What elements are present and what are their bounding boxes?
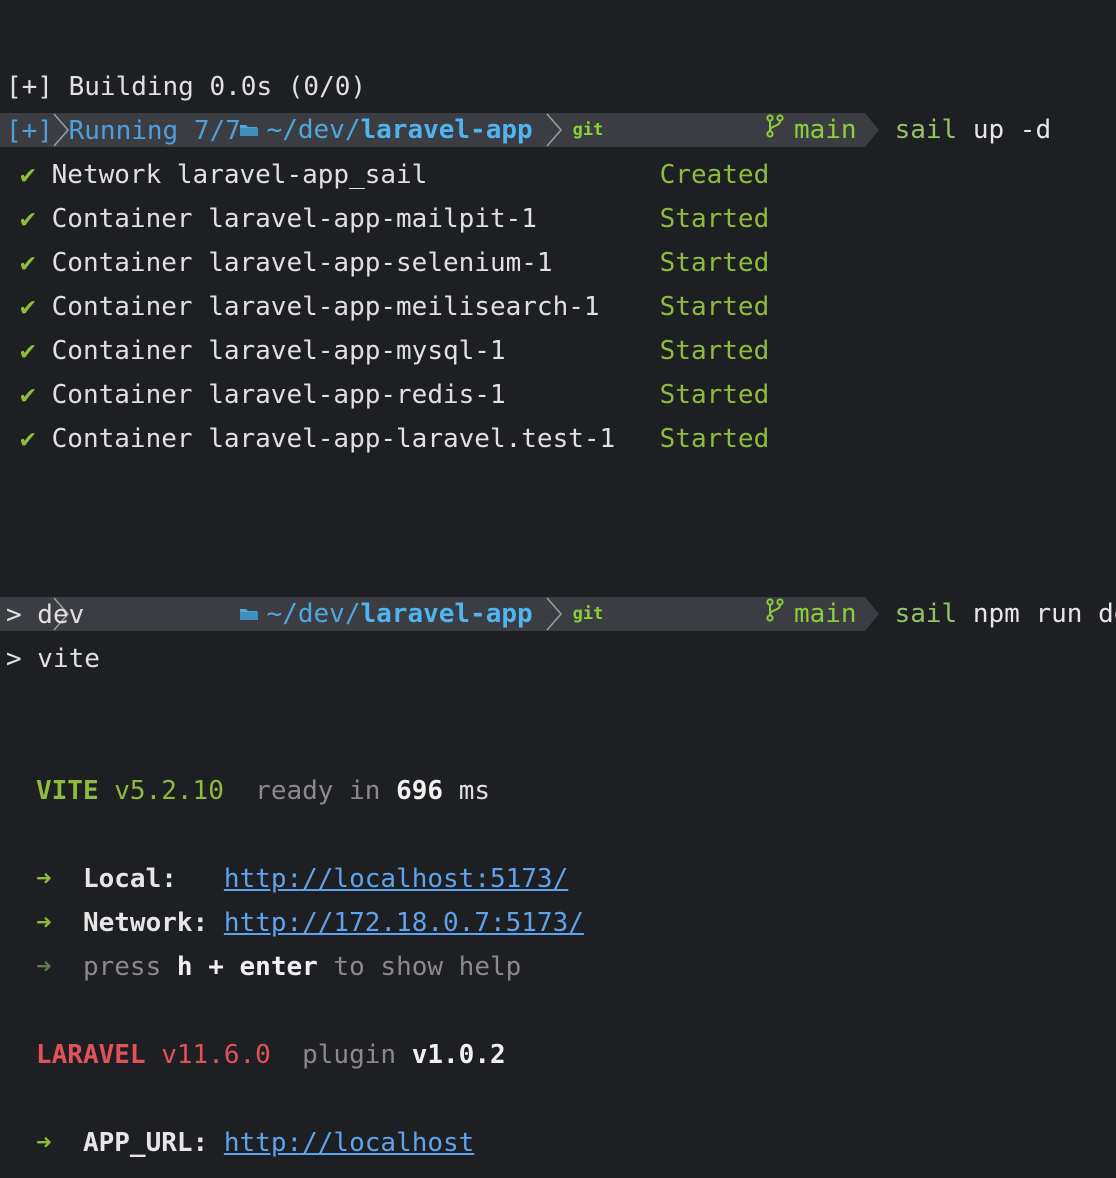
- git-icon: git: [572, 604, 604, 624]
- app-url-line: ➜ APP_URL: http://localhost: [36, 1121, 474, 1165]
- prompt-line: ~/dev/laravel-app git main sail up -d: [0, 20, 1051, 147]
- laravel-version: v11.6.0: [161, 1040, 271, 1070]
- git-segment: git main: [568, 597, 865, 631]
- help-press: press: [82, 952, 162, 982]
- compose-status: Started: [659, 336, 770, 366]
- path-current-dir: laravel-app: [360, 599, 533, 629]
- compose-resource: Container laravel-app-laravel.test-1: [51, 424, 616, 454]
- git-branch: main: [793, 115, 857, 145]
- compose-resource: Network laravel-app_sail: [51, 160, 428, 190]
- help-rest: to show help: [333, 952, 522, 982]
- laravel-banner: LARAVEL v11.6.0 plugin v1.0.2: [36, 1033, 506, 1077]
- path-middle: /dev/: [282, 599, 361, 629]
- compose-status: Started: [659, 292, 770, 322]
- compose-item-row: ✔ Container laravel-app-redis-1 Started: [20, 373, 769, 417]
- vite-ready-ms: 696: [396, 776, 444, 806]
- check-icon: ✔: [20, 424, 36, 454]
- running-line: [+] Running 7/7: [6, 116, 241, 146]
- folder-icon: [82, 563, 259, 665]
- compose-status: Started: [659, 204, 770, 234]
- compose-item-row: ✔ Container laravel-app-mysql-1 Started: [20, 329, 769, 373]
- local-label: Local:: [82, 864, 177, 894]
- path-current-dir: laravel-app: [360, 115, 533, 145]
- vite-banner: VITE v5.2.10 ready in 696 ms: [36, 769, 490, 813]
- arrow-icon: ➜: [36, 952, 52, 982]
- vite-local-line: ➜ Local: http://localhost:5173/: [36, 857, 568, 901]
- arrow-icon: ➜: [36, 864, 52, 894]
- compose-resource: Container laravel-app-mysql-1: [51, 336, 506, 366]
- path-segment: ~/dev/laravel-app: [76, 597, 543, 631]
- check-icon: ✔: [20, 292, 36, 322]
- git-segment: git main: [568, 113, 865, 147]
- command-args: npm run dev: [972, 599, 1116, 629]
- app-url-link[interactable]: http://localhost: [224, 1128, 474, 1158]
- check-icon: ✔: [20, 380, 36, 410]
- path-home: ~: [266, 115, 283, 145]
- help-key: h + enter: [176, 952, 318, 982]
- compose-item-row: ✔ Container laravel-app-selenium-1 Started: [20, 241, 769, 285]
- check-icon: ✔: [20, 336, 36, 366]
- vite-network-line: ➜ Network: http://172.18.0.7:5173/: [36, 901, 584, 945]
- prompt-separator: [542, 113, 569, 147]
- compose-resource: Container laravel-app-redis-1: [51, 380, 506, 410]
- prompt-separator: [542, 597, 569, 631]
- command-name: sail: [894, 599, 958, 629]
- local-url-link[interactable]: http://localhost:5173/: [224, 864, 568, 894]
- command-text: sail npm run dev: [895, 592, 1116, 636]
- vite-name: VITE: [36, 776, 99, 806]
- command-args: up -d: [957, 115, 1052, 145]
- path-middle: /dev/: [282, 115, 361, 145]
- terminal-window[interactable]: ~/dev/laravel-app git main sail up -d [+…: [0, 0, 1116, 1178]
- app-url-label: APP_URL:: [82, 1128, 209, 1158]
- compose-status: Started: [659, 248, 770, 278]
- check-icon: ✔: [20, 160, 36, 190]
- git-branch: main: [793, 599, 857, 629]
- arrow-icon: ➜: [36, 1128, 52, 1158]
- arrow-icon: ➜: [36, 908, 52, 938]
- npm-script-line: > dev: [6, 600, 85, 630]
- compose-item-row: ✔ Network laravel-app_sail Created: [20, 153, 769, 197]
- vite-help-line: ➜ press h + enter to show help: [36, 945, 521, 989]
- command-name: sail: [894, 115, 958, 145]
- prompt-tail: [864, 113, 879, 147]
- laravel-name: LARAVEL: [36, 1040, 146, 1070]
- plugin-version: v1.0.2: [411, 1040, 506, 1070]
- prompt-tail: [864, 597, 879, 631]
- compose-item-row: ✔ Container laravel-app-mailpit-1 Started: [20, 197, 769, 241]
- command-text: sail up -d: [895, 108, 1052, 152]
- git-icon: git: [572, 120, 604, 140]
- npm-vite-line: > vite: [6, 644, 100, 674]
- plugin-label: plugin: [302, 1040, 397, 1070]
- compose-resource: Container laravel-app-mailpit-1: [51, 204, 537, 234]
- check-icon: ✔: [20, 204, 36, 234]
- path-home: ~: [266, 599, 283, 629]
- compose-item-row: ✔ Container laravel-app-meilisearch-1 Star…: [20, 285, 769, 329]
- compose-status: Started: [659, 424, 770, 454]
- compose-status: Created: [659, 160, 770, 190]
- branch-icon: [609, 563, 784, 665]
- vite-ready-text: ready in: [255, 776, 381, 806]
- vite-ms-unit: ms: [458, 776, 490, 806]
- building-line: [+] Building 0.0s (0/0): [6, 72, 367, 102]
- network-label: Network:: [82, 908, 209, 938]
- compose-resource: Container laravel-app-selenium-1: [51, 248, 553, 278]
- compose-item-row: ✔ Container laravel-app-laravel.test-1 Sta…: [20, 417, 769, 461]
- network-url-link[interactable]: http://172.18.0.7:5173/: [224, 908, 584, 938]
- compose-status: Started: [659, 380, 770, 410]
- compose-resource: Container laravel-app-meilisearch-1: [51, 292, 600, 322]
- vite-version: v5.2.10: [114, 776, 224, 806]
- check-icon: ✔: [20, 248, 36, 278]
- prompt-line: ~/dev/laravel-app git main sail npm run …: [0, 504, 1116, 631]
